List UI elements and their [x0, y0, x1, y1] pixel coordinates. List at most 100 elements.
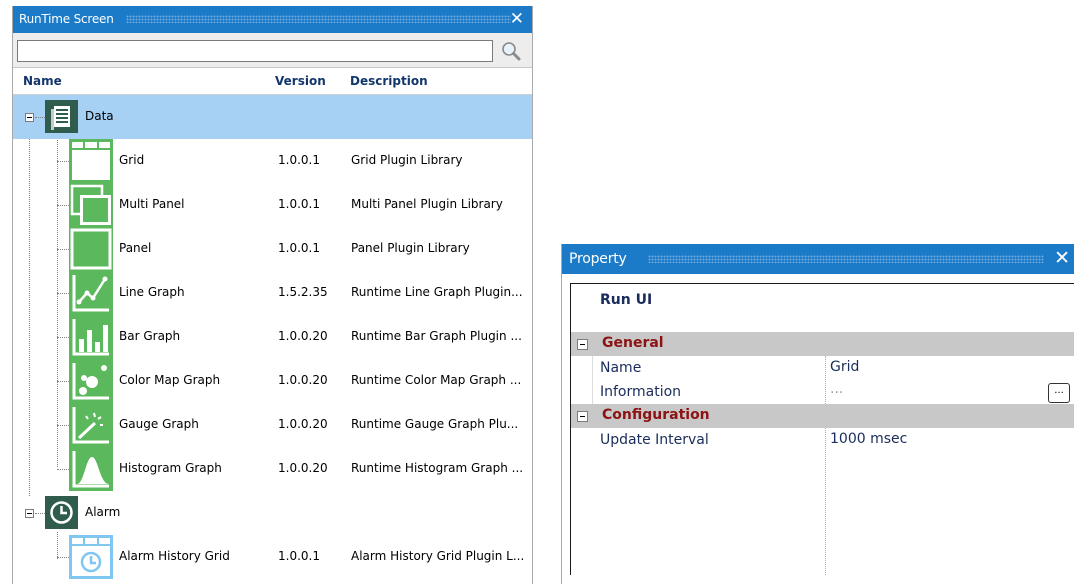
line-graph-icon [69, 271, 113, 315]
property-value[interactable]: 1000 msec [830, 431, 907, 447]
tree-group-label: Data [85, 109, 114, 123]
tree-line [57, 381, 69, 382]
plugin-version: 1.0.0.20 [278, 329, 328, 343]
plugin-row[interactable]: Alarm History Grid 1.0.0.1 Alarm History… [13, 535, 532, 579]
histogram-graph-icon [69, 447, 113, 491]
tree-line [57, 205, 69, 206]
plugin-row[interactable]: Grid 1.0.0.1 Grid Plugin Library [13, 139, 532, 183]
plugin-version: 1.0.0.20 [278, 461, 328, 475]
plugin-description: Alarm History Grid Plugin L... [351, 549, 525, 563]
tree-line [57, 425, 69, 426]
plugin-name: Histogram Graph [119, 461, 222, 475]
collapse-toggle[interactable] [577, 411, 588, 422]
plugin-description: Runtime Color Map Graph ... [351, 373, 522, 387]
property-titlebar[interactable]: Property ✕ [562, 244, 1074, 274]
plugin-version: 1.0.0.20 [278, 373, 328, 387]
column-name-header[interactable]: Name [23, 74, 62, 88]
tree-group-alarm[interactable]: Alarm [13, 491, 532, 535]
property-name: Information [600, 384, 682, 400]
plugin-name: Line Graph [119, 285, 185, 299]
property-name: Update Interval [600, 432, 709, 448]
panel-icon [69, 227, 113, 271]
tree-group-label: Alarm [85, 505, 121, 519]
search-input[interactable] [17, 40, 493, 62]
category-general[interactable]: General [571, 332, 1074, 356]
collapse-toggle[interactable] [25, 113, 34, 122]
plugin-description: Multi Panel Plugin Library [351, 197, 503, 211]
category-name: General [602, 335, 664, 351]
search-icon[interactable] [498, 39, 524, 63]
plugin-row[interactable]: Gauge Graph 1.0.0.20 Runtime Gauge Graph… [13, 403, 532, 447]
plugin-version: 1.5.2.35 [278, 285, 328, 299]
plugin-version: 1.0.0.1 [278, 197, 320, 211]
close-icon[interactable]: ✕ [1054, 247, 1070, 269]
gauge-graph-icon [69, 403, 113, 447]
plugin-name: Gauge Graph [119, 417, 199, 431]
tree-line [57, 469, 69, 470]
property-object-title: Run UI [600, 292, 653, 308]
tree-line [57, 293, 69, 294]
plugin-name: Bar Graph [119, 329, 181, 343]
tree-line [35, 513, 45, 514]
plugin-description: Grid Plugin Library [351, 153, 463, 167]
property-value[interactable]: Grid [830, 359, 859, 375]
property-title: Property [569, 251, 627, 267]
ellipsis-button[interactable]: ... [1048, 383, 1070, 403]
plugin-row[interactable]: Color Map Graph 1.0.0.20 Runtime Color M… [13, 359, 532, 403]
property-panel: Property ✕ Run UI General Name Grid Info… [561, 244, 1074, 584]
search-bar [13, 33, 532, 68]
runtime-screen-titlebar[interactable]: RunTime Screen ✕ [13, 6, 532, 33]
bar-graph-icon [69, 315, 113, 359]
plugin-version: 1.0.0.1 [278, 549, 320, 563]
tree-line [57, 337, 69, 338]
tree-group-data[interactable]: Data [13, 95, 532, 139]
plugin-version: 1.0.0.20 [278, 417, 328, 431]
property-grid: Run UI General Name Grid Information ...… [570, 283, 1074, 575]
column-separator [825, 356, 826, 404]
plugin-name: Panel [119, 241, 152, 255]
data-document-icon [45, 100, 78, 133]
runtime-screen-panel: RunTime Screen ✕ Name Version Descriptio… [12, 6, 533, 584]
plugin-name: Color Map Graph [119, 373, 221, 387]
plugin-name: Multi Panel [119, 197, 185, 211]
plugin-description: Runtime Histogram Graph ... [351, 461, 524, 475]
plugin-row[interactable]: Multi Panel 1.0.0.1 Multi Panel Plugin L… [13, 183, 532, 227]
plugin-name: Alarm History Grid [119, 549, 230, 563]
property-value[interactable]: ... [830, 381, 843, 397]
tree-line [57, 557, 69, 558]
column-header: Name Version Description [13, 68, 532, 95]
plugin-row[interactable]: Bar Graph 1.0.0.20 Runtime Bar Graph Plu… [13, 315, 532, 359]
collapse-toggle[interactable] [25, 509, 34, 518]
tree-line [57, 249, 69, 250]
column-description-header[interactable]: Description [350, 74, 428, 88]
plugin-version: 1.0.0.1 [278, 153, 320, 167]
tree-line [35, 117, 45, 118]
titlebar-grip [126, 15, 511, 23]
column-separator [825, 428, 826, 575]
runtime-screen-title: RunTime Screen [19, 12, 114, 26]
property-row-name[interactable]: Name Grid [571, 356, 1074, 380]
category-name: Configuration [602, 407, 710, 423]
close-icon[interactable]: ✕ [510, 9, 524, 29]
property-name: Name [600, 360, 642, 376]
clock-icon [45, 496, 78, 529]
plugin-description: Runtime Bar Graph Plugin ... [351, 329, 522, 343]
plugin-description: Panel Plugin Library [351, 241, 470, 255]
tree-line [57, 161, 69, 162]
multi-panel-icon [69, 183, 113, 227]
plugin-row[interactable]: Panel 1.0.0.1 Panel Plugin Library [13, 227, 532, 271]
plugin-row[interactable]: Histogram Graph 1.0.0.20 Runtime Histogr… [13, 447, 532, 491]
plugin-name: Grid [119, 153, 145, 167]
alarm-history-grid-icon [69, 535, 113, 579]
plugin-version: 1.0.0.1 [278, 241, 320, 255]
property-row-update-interval[interactable]: Update Interval 1000 msec [571, 428, 1074, 452]
category-configuration[interactable]: Configuration [571, 404, 1074, 428]
plugin-description: Runtime Line Graph Plugin... [351, 285, 523, 299]
plugin-row[interactable]: Line Graph 1.5.2.35 Runtime Line Graph P… [13, 271, 532, 315]
collapse-toggle[interactable] [577, 339, 588, 350]
column-version-header[interactable]: Version [275, 74, 326, 88]
color-map-graph-icon [69, 359, 113, 403]
property-row-information[interactable]: Information ... ... [571, 380, 1074, 404]
titlebar-grip [648, 255, 1044, 263]
grid-icon [69, 139, 113, 183]
